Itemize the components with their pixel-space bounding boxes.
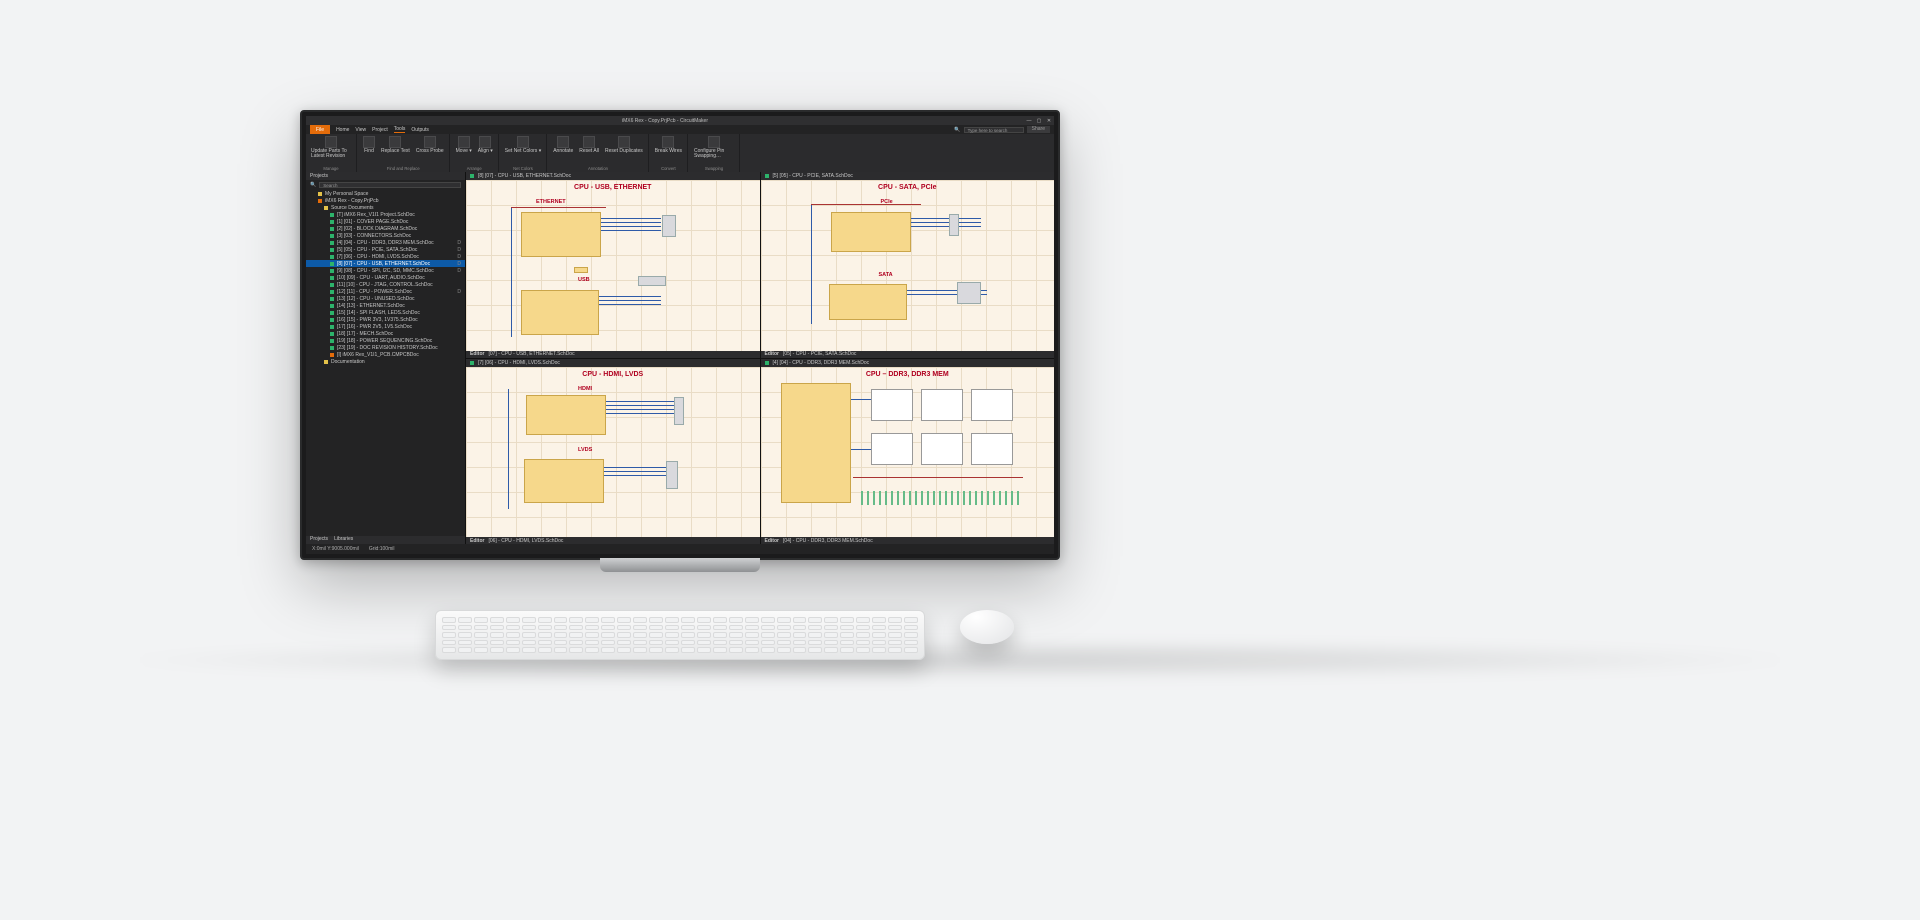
tree-row[interactable]: [11] [10] - CPU - JTAG, CONTROL.SchDoc [306, 281, 465, 288]
doc-usb-ethernet[interactable]: [8] [07] - CPU - USB, ETHERNET.SchDoc CP… [466, 172, 760, 358]
search-icon: 🔍 [310, 182, 316, 188]
header-search: 🔍 Type here to search Share [954, 126, 1050, 133]
window-title: iMX6 Rex - Copy.PrjPcb - CircuitMaker [306, 118, 1024, 124]
section-hdmi: HDMI [578, 386, 592, 392]
footer-doc: [06] - CPU - HDMI, LVDS.SchDoc [488, 538, 563, 544]
keyboard [435, 610, 925, 660]
doc-tab[interactable]: [5] [05] - CPU - PCIE, SATA.SchDoc [773, 173, 853, 179]
menu-tools[interactable]: Tools [394, 126, 406, 133]
tree-row[interactable]: Documentation [306, 358, 465, 365]
ribbon-button[interactable]: Configure Pin Swapping… [694, 136, 734, 159]
projects-panel-header: Projects [306, 172, 465, 180]
sheet-title: CPU – DDR3, DDR3 MEM [761, 371, 1055, 378]
sidebar-tab-projects[interactable]: Projects [310, 536, 328, 544]
tree-row[interactable]: [23] [19] - DOC REVISION HISTORY.SchDoc [306, 344, 465, 351]
tree-row[interactable]: [13] [12] - CPU - UNUSED.SchDoc [306, 295, 465, 302]
titlebar: iMX6 Rex - Copy.PrjPcb - CircuitMaker — … [306, 116, 1054, 125]
section-lvds: LVDS [578, 447, 592, 453]
search-icon: 🔍 [954, 127, 960, 133]
tree-row[interactable]: [9] [08] - CPU - SPI, I2C, SD, MMC.SchDo… [306, 267, 465, 274]
ribbon-button[interactable]: Set Net Colors ▾ [505, 136, 541, 154]
share-button[interactable]: Share [1027, 126, 1050, 133]
tree-row[interactable]: [16] [15] - PWR 3V3, 1V375.SchDoc [306, 316, 465, 323]
tree-row[interactable]: [5] [05] - CPU - PCIE, SATA.SchDocD [306, 246, 465, 253]
maximize-button[interactable]: ▢ [1034, 118, 1044, 124]
tree-row[interactable]: [1] [01] - COVER PAGE.SchDoc [306, 218, 465, 225]
menu-outputs[interactable]: Outputs [411, 127, 429, 133]
projects-search-input[interactable]: Search [319, 182, 461, 188]
editor-label: Editor [765, 351, 779, 357]
app-screen: iMX6 Rex - Copy.PrjPcb - CircuitMaker — … [306, 116, 1054, 554]
footer-doc: [07] - CPU - USB, ETHERNET.SchDoc [488, 351, 574, 357]
tree-row[interactable]: [14] [13] - ETHERNET.SchDoc [306, 302, 465, 309]
tree-row[interactable]: [3] [03] - CONNECTORS.SchDoc [306, 232, 465, 239]
tree-row[interactable]: My Personal Space [306, 190, 465, 197]
menu-home[interactable]: Home [336, 127, 349, 133]
tree-row[interactable]: [15] [14] - SPI FLASH, LEDS.SchDoc [306, 309, 465, 316]
sidebar-tab-libraries[interactable]: Libraries [334, 536, 353, 544]
file-menu[interactable]: File [310, 125, 330, 134]
footer-doc: [05] - CPU - PCIE, SATA.SchDoc [783, 351, 856, 357]
ribbon-button[interactable]: Find [363, 136, 375, 154]
ribbon-button[interactable]: Update Parts To Latest Revision [311, 136, 351, 159]
tree-row[interactable]: [17] [16] - PWR 2V5, 1V5.SchDoc [306, 323, 465, 330]
tree-row[interactable]: [I] iMX6 Rex_V1I1_PCB.CMPCBDoc [306, 351, 465, 358]
editor-label: Editor [470, 351, 484, 357]
status-grid: Grid:100mil [369, 546, 395, 552]
doc-tab[interactable]: [8] [07] - CPU - USB, ETHERNET.SchDoc [478, 173, 571, 179]
tree-row[interactable]: [19] [18] - POWER SEQUENCING.SchDoc [306, 337, 465, 344]
statusbar: X:0mil Y:9005.000mil Grid:100mil [306, 544, 1054, 554]
sheet-title: CPU - SATA, PCIe [761, 184, 1055, 191]
menu-project[interactable]: Project [372, 127, 388, 133]
section-ethernet: ETHERNET [536, 199, 566, 205]
tree-row[interactable]: [T] iMX6 Rex_V1I1 Project.SchDoc [306, 211, 465, 218]
tree-row[interactable]: [4] [04] - CPU - DDR3, DDR3 MEM.SchDocD [306, 239, 465, 246]
ribbon-button[interactable]: Annotate [553, 136, 573, 154]
menubar: File Home View Project Tools Outputs 🔍 T… [306, 125, 1054, 134]
mouse [960, 610, 1014, 644]
ribbon-button[interactable]: Reset Duplicates [605, 136, 643, 154]
doc-tab[interactable]: [7] [06] - CPU - HDMI, LVDS.SchDoc [478, 360, 560, 366]
tree-row[interactable]: iMX6 Rex - Copy.PrjPcb [306, 197, 465, 204]
ribbon: Update Parts To Latest RevisionManageFin… [306, 134, 1054, 172]
search-input[interactable]: Type here to search [964, 127, 1024, 133]
tree-row[interactable]: [10] [09] - CPU - UART, AUDIO.SchDoc [306, 274, 465, 281]
tree-row[interactable]: [18] [17] - MECH.SchDoc [306, 330, 465, 337]
tree-row[interactable]: [7] [06] - CPU - HDMI, LVDS.SchDocD [306, 253, 465, 260]
section-usb: USB [578, 277, 590, 283]
doc-sata-pcie[interactable]: [5] [05] - CPU - PCIE, SATA.SchDoc CPU -… [761, 172, 1055, 358]
status-coords: X:0mil Y:9005.000mil [312, 546, 359, 552]
editor-label: Editor [765, 538, 779, 544]
ribbon-button[interactable]: Cross Probe [416, 136, 444, 154]
doc-ddr3[interactable]: [4] [04] - CPU - DDR3, DDR3 MEM.SchDoc C… [761, 359, 1055, 545]
tree-row[interactable]: [12] [11] - CPU - POWER.SchDocD [306, 288, 465, 295]
tree-row[interactable]: Source Documents [306, 204, 465, 211]
doc-hdmi-lvds[interactable]: [7] [06] - CPU - HDMI, LVDS.SchDoc CPU -… [466, 359, 760, 545]
sheet-title: CPU - HDMI, LVDS [466, 371, 760, 378]
tree-row[interactable]: [2] [02] - BLOCK DIAGRAM.SchDoc [306, 225, 465, 232]
ribbon-button[interactable]: Align ▾ [478, 136, 493, 154]
editor-label: Editor [470, 538, 484, 544]
sheet-title: CPU - USB, ETHERNET [466, 184, 760, 191]
sidebar-tabs: Projects Libraries [306, 536, 465, 544]
editor-canvas: [8] [07] - CPU - USB, ETHERNET.SchDoc CP… [466, 172, 1054, 544]
projects-panel: Projects 🔍 Search My Personal SpaceiMX6 … [306, 172, 466, 544]
ribbon-button[interactable]: Replace Text [381, 136, 410, 154]
tree-row[interactable]: [8] [07] - CPU - USB, ETHERNET.SchDocD [306, 260, 465, 267]
monitor: iMX6 Rex - Copy.PrjPcb - CircuitMaker — … [300, 110, 1060, 560]
ribbon-button[interactable]: Reset All [579, 136, 599, 154]
projects-search: 🔍 Search [306, 180, 465, 190]
doc-tab[interactable]: [4] [04] - CPU - DDR3, DDR3 MEM.SchDoc [773, 360, 870, 366]
close-button[interactable]: ✕ [1044, 118, 1054, 124]
footer-doc: [04] - CPU - DDR3, DDR3 MEM.SchDoc [783, 538, 873, 544]
section-sata: SATA [879, 272, 893, 278]
menu-view[interactable]: View [355, 127, 366, 133]
minimize-button[interactable]: — [1024, 118, 1034, 124]
ribbon-button[interactable]: Break Wires [655, 136, 682, 154]
project-tree[interactable]: My Personal SpaceiMX6 Rex - Copy.PrjPcbS… [306, 190, 465, 536]
ribbon-button[interactable]: Move ▾ [456, 136, 472, 154]
